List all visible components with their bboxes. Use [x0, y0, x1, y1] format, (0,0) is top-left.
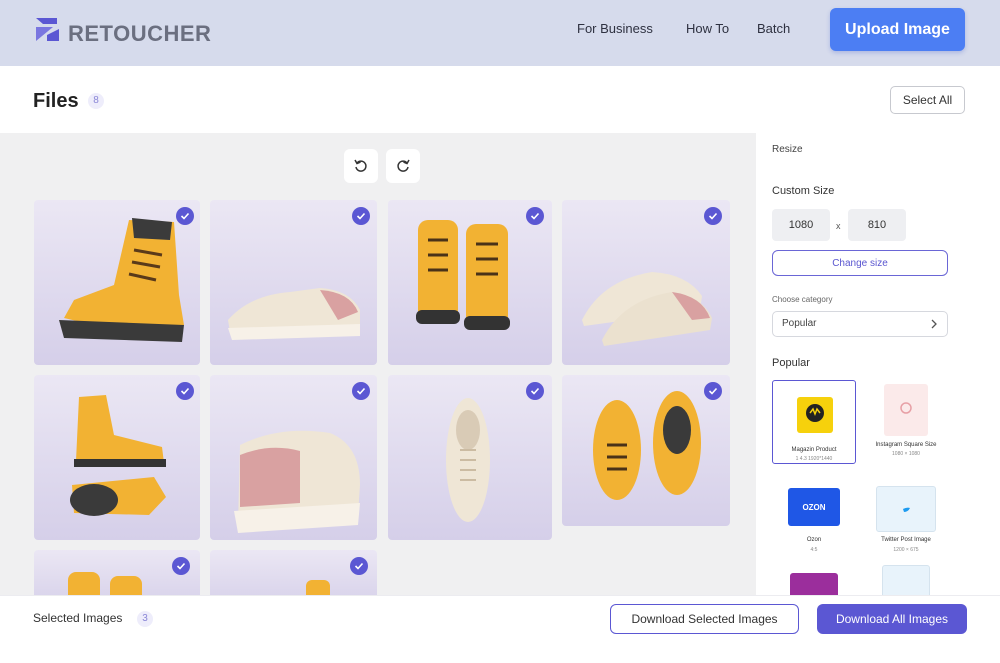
size-separator: x: [836, 221, 841, 231]
yellow-boots-image: [70, 395, 166, 516]
selected-check-icon[interactable]: [352, 382, 370, 400]
select-all-button[interactable]: Select All: [890, 86, 965, 114]
selected-check-icon[interactable]: [176, 207, 194, 225]
nav-batch[interactable]: Batch: [757, 21, 790, 36]
boots-top-image: [593, 391, 701, 500]
selected-check-icon[interactable]: [176, 382, 194, 400]
preset-size: 1 4.3 1920*1440: [795, 456, 833, 462]
preset-magazin-product[interactable]: Magazin Product 1 4.3 1920*1440: [772, 380, 856, 464]
preset-name: Ozon: [806, 537, 822, 543]
rotate-right-button[interactable]: [386, 149, 420, 183]
image-tile[interactable]: [210, 375, 377, 540]
rotate-left-button[interactable]: [344, 149, 378, 183]
popular-label: Popular: [772, 357, 810, 369]
image-tile[interactable]: [210, 550, 377, 595]
selected-check-icon[interactable]: [704, 207, 722, 225]
image-grid-area: [0, 133, 756, 595]
preset-twitter-post[interactable]: Twitter Post Image 1200 × 675: [864, 483, 948, 563]
files-count-badge: 8: [88, 93, 104, 109]
preset-ozon[interactable]: OZON Ozon 4:5: [772, 483, 856, 563]
image-tile[interactable]: [388, 200, 552, 365]
preset-size: 1080 × 1080: [892, 451, 920, 457]
page-title: Files: [33, 90, 79, 112]
image-tile[interactable]: [34, 200, 200, 365]
change-size-button[interactable]: Change size: [772, 250, 948, 276]
selection-footer: Selected Images 3 Download Selected Imag…: [0, 595, 1000, 663]
preset-thumbnail: [876, 486, 936, 532]
category-select[interactable]: Popular: [772, 311, 948, 337]
ozon-logo: OZON: [802, 502, 826, 512]
instagram-icon: [900, 402, 912, 414]
selected-check-icon[interactable]: [172, 557, 190, 575]
yellow-boot-image: [59, 218, 184, 342]
image-tile[interactable]: [388, 375, 552, 540]
chevron-right-icon: [931, 319, 937, 329]
resize-sidebar: Resize Custom Size 1080 x 810 Change siz…: [756, 133, 965, 595]
nav-for-business[interactable]: For Business: [577, 21, 653, 36]
white-sneaker-image: [228, 288, 360, 340]
selected-check-icon[interactable]: [352, 207, 370, 225]
selected-images-label: Selected Images: [33, 611, 123, 625]
preset-thumbnail: [884, 384, 928, 436]
magazin-logo-icon: [806, 404, 824, 422]
width-input[interactable]: 1080: [772, 209, 830, 241]
resize-section-title: Resize: [772, 144, 803, 155]
custom-size-label: Custom Size: [772, 185, 835, 197]
height-input[interactable]: 810: [848, 209, 906, 241]
preset-name: Twitter Post Image: [881, 537, 931, 543]
files-toolbar: Files 8 Select All: [0, 66, 1000, 133]
selected-check-icon[interactable]: [704, 382, 722, 400]
selected-check-icon[interactable]: [526, 207, 544, 225]
preset-thumbnail-partial[interactable]: [882, 565, 930, 595]
top-header: RETOUCHER For Business How To Batch Uplo…: [0, 0, 1000, 66]
yellow-boots-pair-image: [416, 220, 510, 330]
nav-how-to[interactable]: How To: [686, 21, 729, 36]
preset-instagram-square[interactable]: Instagram Square Size 1080 × 1080: [864, 380, 948, 464]
image-tile[interactable]: [562, 200, 730, 365]
brand-name[interactable]: RETOUCHER: [68, 21, 211, 47]
image-tile[interactable]: [34, 550, 200, 595]
download-all-button[interactable]: Download All Images: [817, 604, 967, 634]
selected-count-badge: 3: [137, 611, 153, 627]
selected-check-icon[interactable]: [350, 557, 368, 575]
white-sneakers-pair-image: [582, 272, 712, 346]
category-select-value: Popular: [782, 318, 817, 329]
sneaker-top-image: [446, 398, 490, 522]
twitter-icon: [903, 507, 910, 512]
preset-size: 4:5: [810, 547, 818, 553]
preset-name: Magazin Product: [791, 447, 837, 453]
image-tile[interactable]: [562, 375, 730, 526]
category-label: Choose category: [772, 295, 833, 304]
download-selected-button[interactable]: Download Selected Images: [610, 604, 799, 634]
preset-thumbnail: [797, 397, 833, 433]
sneaker-heel-image: [234, 430, 360, 533]
preset-name: Instagram Square Size: [875, 442, 937, 448]
preset-thumbnail-partial[interactable]: [790, 573, 838, 595]
image-tile[interactable]: [34, 375, 200, 540]
image-tile[interactable]: [210, 200, 377, 365]
preset-thumbnail: OZON: [788, 488, 840, 526]
rotate-left-icon: [354, 159, 367, 172]
preset-size: 1200 × 675: [893, 547, 919, 553]
upload-image-button[interactable]: Upload Image: [830, 8, 965, 51]
selected-check-icon[interactable]: [526, 382, 544, 400]
rotate-right-icon: [397, 159, 410, 172]
retoucher-logo-icon[interactable]: [33, 15, 63, 43]
